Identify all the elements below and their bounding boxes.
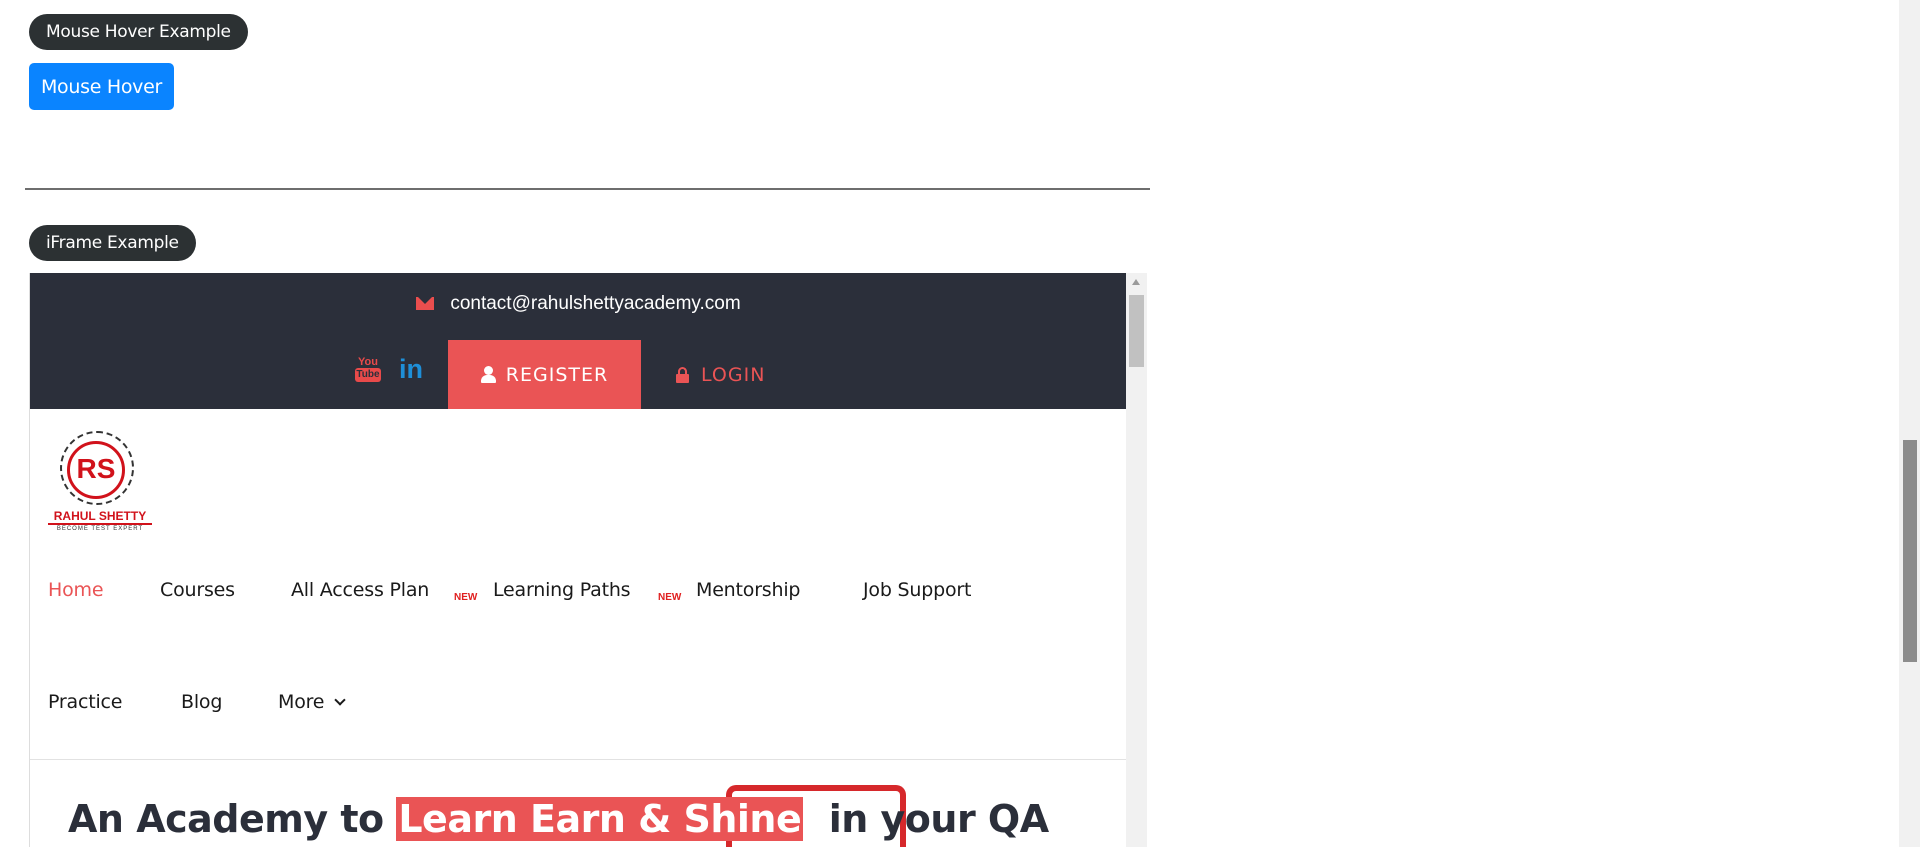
mouse-hover-example-badge: Mouse Hover Example (29, 14, 248, 50)
nav-job-support[interactable]: Job Support (863, 579, 971, 601)
iframe-page: contact@rahulshettyacademy.com You Tube … (30, 273, 1127, 847)
envelope-icon (416, 297, 435, 310)
nav-practice[interactable]: Practice (48, 691, 122, 713)
logo-monogram: RS (67, 441, 125, 499)
hero-prefix: An Academy to (68, 797, 397, 841)
header-divider (30, 759, 1127, 760)
academy-logo[interactable]: RS RAHUL SHETTY BECOME TEST EXPERT (48, 431, 152, 535)
nav-learning-paths[interactable]: Learning Paths (493, 579, 631, 601)
nav-mentorship[interactable]: Mentorship (696, 579, 800, 601)
register-button[interactable]: REGISTER (448, 340, 641, 409)
mouse-hover-button[interactable]: Mouse Hover (29, 63, 174, 110)
login-link[interactable]: LOGIN (676, 340, 765, 409)
iframe-scrollbar[interactable] (1126, 273, 1147, 847)
learning-paths-new-tag: NEW (658, 592, 682, 603)
register-label: REGISTER (505, 363, 609, 386)
chevron-down-icon (334, 694, 346, 706)
hero-highlight: Learn Earn & Shine (396, 797, 804, 841)
lock-icon (676, 366, 689, 383)
iframe-topbar: contact@rahulshettyacademy.com You Tube … (30, 273, 1127, 409)
all-access-new-tag: NEW (454, 592, 478, 603)
youtube-icon[interactable]: You Tube (355, 356, 381, 386)
nav-courses[interactable]: Courses (160, 579, 235, 601)
user-icon (480, 366, 496, 383)
nav-blog[interactable]: Blog (181, 691, 222, 713)
nav-more[interactable]: More (278, 691, 346, 713)
page-scroll-thumb[interactable] (1903, 440, 1917, 662)
iframe-scroll-thumb[interactable] (1129, 295, 1144, 367)
hero-headline: An Academy to Learn Earn & Shine in your… (68, 797, 1049, 841)
page-scrollbar[interactable] (1899, 0, 1920, 847)
linkedin-icon[interactable]: in (399, 354, 423, 385)
iframe-example-badge: iFrame Example (29, 225, 196, 261)
scroll-up-arrow-icon[interactable] (1132, 279, 1140, 285)
logo-tagline: BECOME TEST EXPERT (48, 523, 152, 532)
section-divider (25, 188, 1150, 190)
youtube-icon-top: You (358, 356, 378, 368)
youtube-icon-bottom: Tube (355, 368, 381, 382)
contact-email[interactable]: contact@rahulshettyacademy.com (450, 293, 740, 314)
nav-all-access-plan[interactable]: All Access Plan (291, 579, 429, 601)
hero-suffix: in your QA (803, 797, 1049, 841)
logo-name: RAHUL SHETTY (53, 509, 147, 523)
courses-iframe[interactable]: contact@rahulshettyacademy.com You Tube … (29, 273, 1147, 847)
nav-more-label: More (278, 691, 325, 713)
contact-line: contact@rahulshettyacademy.com (30, 293, 1127, 315)
nav-home[interactable]: Home (48, 579, 104, 601)
login-label: LOGIN (701, 363, 766, 386)
